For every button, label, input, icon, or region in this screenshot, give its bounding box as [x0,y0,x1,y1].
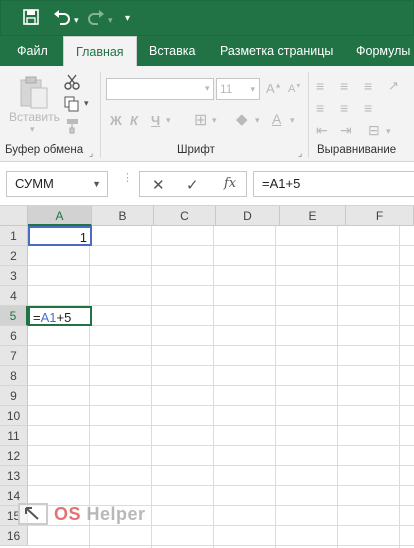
formula-equals: = [33,310,41,325]
orientation-icon[interactable]: ↗ [388,78,399,94]
tab-insert[interactable]: Вставка [149,36,195,66]
customize-icon[interactable]: ▾ [125,10,130,28]
format-painter-icon[interactable] [64,118,80,137]
align-top-icon[interactable]: ≡ [316,78,324,94]
align-left-icon[interactable]: ≡ [316,100,324,116]
watermark-text: OS Helper [54,504,146,525]
grow-font-icon[interactable]: A▲ [266,81,282,96]
font-group-label: Шрифт [177,144,215,156]
font-size-value: 11 [220,82,233,96]
enter-icon[interactable]: ✓ [186,176,199,194]
formula-rest: +5 [56,310,72,325]
redo-dropdown-icon: ▾ [108,15,113,25]
undo-icon[interactable] [53,9,71,30]
align-bottom-icon[interactable]: ≡ [364,78,372,94]
borders-icon[interactable]: ⊞ [194,110,207,130]
cell-grid[interactable] [28,226,414,548]
cancel-icon[interactable]: ✕ [152,176,165,194]
fill-color-dropdown-icon[interactable]: ▾ [255,115,260,126]
font-size-box[interactable]: 11 ▾ [216,78,260,100]
formula-input[interactable]: =A1+5 [253,171,414,197]
formula-buttons: ✕ ✓ fx [139,171,247,197]
watermark: OS Helper [18,503,148,527]
formula-bar-grip-icon[interactable]: ⋮ [122,173,133,184]
bold-button[interactable]: Ж [110,113,122,128]
font-launcher-icon[interactable]: ⌟ [298,148,302,159]
name-box-dropdown-icon[interactable]: ▼ [92,172,101,196]
row-header[interactable]: 12 [0,446,28,466]
column-header[interactable]: B [92,206,154,226]
formula-bar: СУММ ▼ ⋮ ✕ ✓ fx =A1+5 [0,162,414,206]
row-header[interactable]: 11 [0,426,28,446]
column-header[interactable]: E [280,206,346,226]
row-header[interactable]: 1 [0,226,28,246]
alignment-group-label: Выравнивание [317,144,397,156]
ribbon: Вставить ▾ ▾ Буфер обмена ⌟ ▾ 11 ▾ A▲ A▼… [0,66,414,162]
align-right-icon[interactable]: ≡ [364,100,372,116]
name-box-value: СУММ [15,176,54,191]
select-all-button[interactable] [0,206,28,226]
font-color-icon[interactable]: A [272,111,281,127]
insert-function-icon[interactable]: fx [224,176,236,191]
shrink-font-icon[interactable]: A▼ [288,83,301,95]
watermark-logo-icon [18,503,48,525]
tab-page-layout[interactable]: Разметка страницы [220,36,333,66]
paste-button-label[interactable]: Вставить [9,110,60,124]
copy-dropdown-icon[interactable]: ▾ [84,98,89,109]
column-header[interactable]: C [154,206,216,226]
align-center-icon[interactable]: ≡ [340,100,348,116]
align-middle-icon[interactable]: ≡ [340,78,348,94]
quick-access-toolbar: ▾ ▾ ▾ [0,0,414,36]
ribbon-tabs: Файл Главная Вставка Разметка страницы Ф… [0,36,414,66]
row-header[interactable]: 7 [0,346,28,366]
cell-a1[interactable]: 1 [28,226,92,246]
copy-icon[interactable] [64,96,80,115]
paste-icon[interactable] [18,74,50,113]
row-header[interactable]: 5 [0,306,28,326]
row-header[interactable]: 8 [0,366,28,386]
name-box[interactable]: СУММ ▼ [6,171,108,197]
column-header[interactable]: A [28,206,92,226]
watermark-helper: Helper [86,504,146,524]
underline-dropdown-icon[interactable]: ▾ [166,115,171,126]
watermark-os: OS [54,504,82,524]
merge-dropdown-icon[interactable]: ▾ [386,126,391,137]
cut-icon[interactable] [64,74,80,93]
save-icon[interactable] [23,9,39,30]
decrease-indent-icon[interactable]: ⇤ [316,122,328,139]
clipboard-launcher-icon[interactable]: ⌟ [89,148,93,159]
italic-button[interactable]: К [130,113,138,128]
column-header[interactable]: D [216,206,280,226]
ribbon-separator [100,72,101,158]
row-header[interactable]: 10 [0,406,28,426]
cell-a5-editing[interactable]: =A1+5 [28,306,92,326]
ribbon-separator [308,72,309,158]
font-name-dropdown-icon[interactable]: ▾ [205,83,210,94]
undo-dropdown-icon[interactable]: ▾ [74,11,79,29]
increase-indent-icon[interactable]: ⇥ [340,122,352,139]
tab-home[interactable]: Главная [63,36,137,66]
tab-file[interactable]: Файл [17,36,48,66]
font-size-dropdown-icon[interactable]: ▾ [250,84,255,95]
worksheet: A B C D E F 1 2 3 4 5 6 7 8 9 10 11 12 1… [0,206,414,548]
paste-dropdown-icon[interactable]: ▾ [30,124,35,135]
formula-reference: A1 [40,310,57,325]
redo-icon [87,9,105,30]
fill-color-icon[interactable]: ◆ [236,110,248,128]
row-header[interactable]: 9 [0,386,28,406]
row-header[interactable]: 4 [0,286,28,306]
borders-dropdown-icon[interactable]: ▾ [212,115,217,126]
underline-button[interactable]: Ч [151,113,160,128]
tab-formulas[interactable]: Формулы [356,36,410,66]
row-header[interactable]: 2 [0,246,28,266]
clipboard-group-label: Буфер обмена [5,144,84,156]
row-header[interactable]: 16 [0,526,28,546]
row-header[interactable]: 6 [0,326,28,346]
row-header[interactable]: 3 [0,266,28,286]
row-header[interactable]: 13 [0,466,28,486]
font-color-dropdown-icon[interactable]: ▾ [290,115,295,126]
column-header[interactable]: F [346,206,414,226]
font-name-box[interactable] [106,78,214,100]
merge-icon[interactable]: ⊟ [368,122,380,139]
